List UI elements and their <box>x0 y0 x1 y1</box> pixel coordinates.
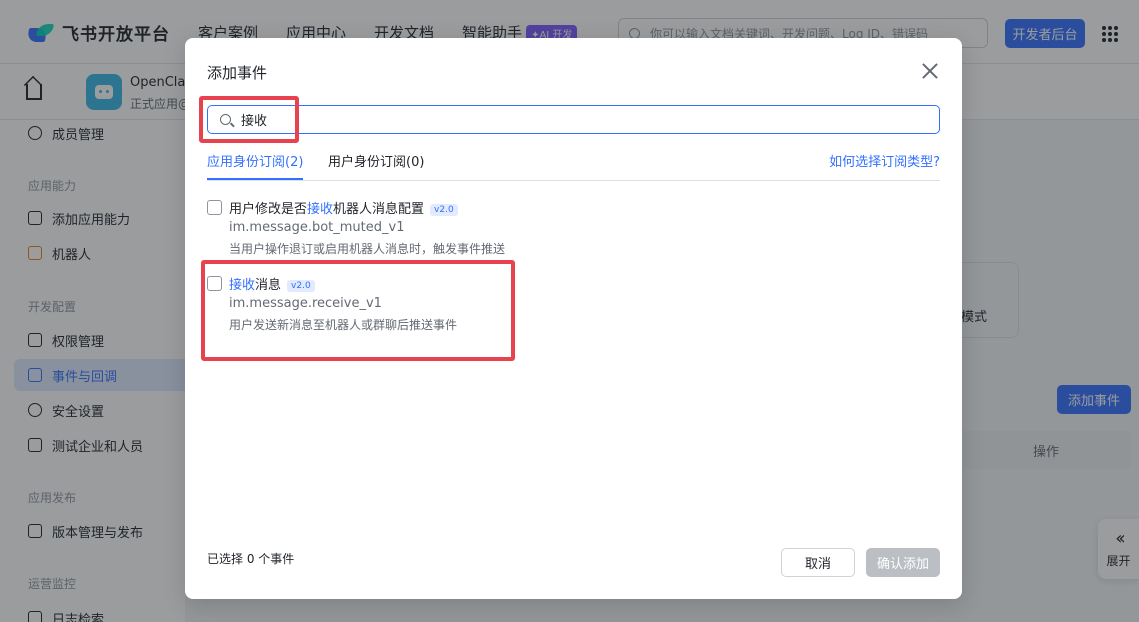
event-name: 用户修改是否接收机器人消息配置 v2.0 <box>229 198 458 217</box>
cancel-button[interactable]: 取消 <box>781 548 855 577</box>
event-name-prefix: 用户修改是否 <box>229 202 308 217</box>
event-description: 当用户操作退订或启用机器人消息时，触发事件推送 <box>229 242 506 256</box>
event-checkbox[interactable] <box>207 200 222 215</box>
subscription-help-link[interactable]: 如何选择订阅类型? <box>829 151 940 170</box>
confirm-add-button[interactable]: 确认添加 <box>866 548 940 577</box>
active-tab-indicator <box>207 178 303 180</box>
highlight-box-search <box>199 96 299 143</box>
tab-user-subscription[interactable]: 用户身份订阅(0) <box>328 151 424 170</box>
event-name-keyword: 接收 <box>307 202 334 217</box>
event-search-input[interactable] <box>241 112 841 127</box>
event-search-field[interactable] <box>207 105 940 134</box>
highlight-box-event <box>201 260 515 361</box>
subscription-tabs: 应用身份订阅(2) 用户身份订阅(0) 如何选择订阅类型? <box>207 150 940 181</box>
modal-title: 添加事件 <box>207 64 268 82</box>
close-icon[interactable] <box>921 62 939 80</box>
event-name-suffix: 机器人消息配置 <box>333 202 425 217</box>
selected-count: 已选择 0 个事件 <box>207 552 295 566</box>
add-event-modal: 添加事件 应用身份订阅(2) 用户身份订阅(0) 如何选择订阅类型? 用户修改是… <box>185 38 962 599</box>
event-key: im.message.bot_muted_v1 <box>229 220 405 235</box>
tab-app-subscription[interactable]: 应用身份订阅(2) <box>207 151 303 170</box>
version-badge: v2.0 <box>430 203 458 216</box>
